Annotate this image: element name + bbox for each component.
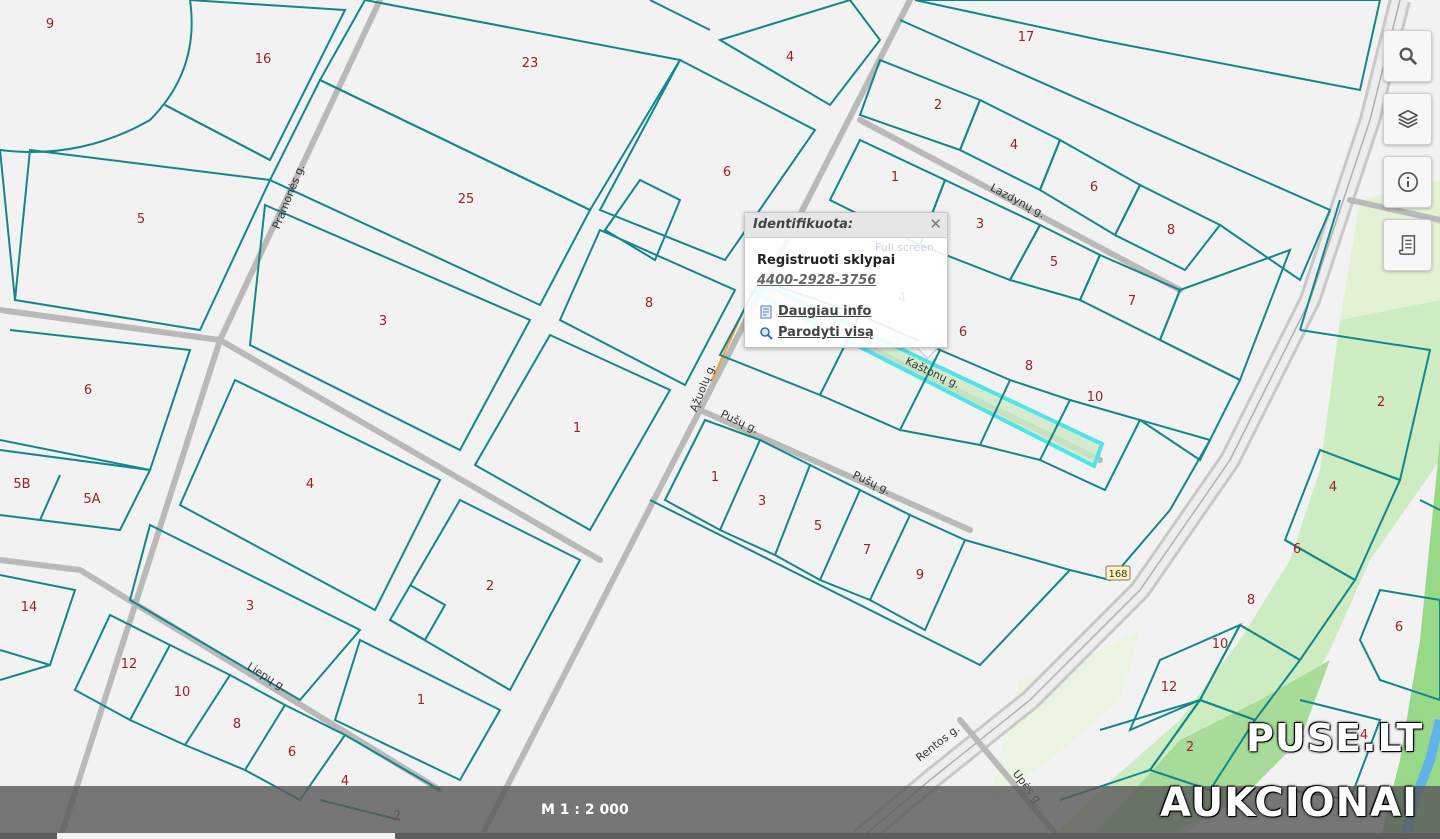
identify-popup: Identifikuota: ✕ Full screen Registruoti… [744,212,948,348]
layers-button[interactable] [1383,93,1432,145]
parcel-number: 9 [916,568,924,583]
parcel-number: 8 [233,717,241,732]
parcel-number: 8 [1025,359,1033,374]
popup-title: Identifikuota: [753,217,854,232]
parcel-number: 4 [786,50,794,65]
parcel-number: 4 [306,477,314,492]
parcel-number: 10 [1087,390,1104,405]
parcel-number: 12 [1161,680,1178,695]
watermark-line-1: PUSE.LT [1246,716,1424,760]
map-scale: M 1 : 2 000 [541,802,629,818]
parcel-number: 17 [1018,30,1035,45]
parcel-number: 6 [1090,180,1098,195]
parcel-number: 1 [891,170,899,185]
parcel-number: 10 [1212,637,1229,652]
parcel-number: 23 [522,56,539,71]
parcel-number: 4 [1010,138,1018,153]
parcel-number: 3 [246,599,254,614]
parcel-number: 2 [934,98,942,113]
more-info-link[interactable]: Daugiau info [759,304,871,319]
show-all-link[interactable]: Parodyti visą [759,325,874,340]
parcel-number: 3 [758,494,766,509]
parcel-number: 3 [379,314,387,329]
info-icon [1397,172,1418,192]
scroll-thumb[interactable] [57,833,395,839]
parcel-number: 9 [46,17,54,32]
parcel-number: 8 [645,296,653,311]
parcel-number: 6 [84,383,92,398]
parcel-number: 4 [1329,480,1337,495]
parcel-number: 5 [1050,255,1058,270]
layers-icon [1397,109,1418,129]
parcel-number: 14 [21,600,38,615]
highway [852,0,1411,839]
cadastral-map[interactable]: 9 16 23 4 17 5 25 6 2 4 6 8 1 3 5 7 3 8 … [0,0,1440,839]
parcel-number: 6 [959,325,967,340]
search-button[interactable] [1383,30,1432,82]
parcel-number: 8 [1167,223,1175,238]
parcel-number: 16 [255,52,272,67]
parcel-number: 5 [137,212,145,227]
parcel-id-link[interactable]: 4400-2928-3756 [757,273,876,288]
show-all-label: Parodyti visą [778,325,874,340]
parcel-number: 5 [814,519,822,534]
watermark-line-2: AUKCIONAI [1160,780,1418,826]
parcel-number: 7 [1128,294,1136,309]
popup-header: Identifikuota: ✕ [745,213,947,238]
parcel-number: 12 [121,657,138,672]
document-icon [760,305,772,318]
parcel-number: 6 [1395,620,1403,635]
legend-button[interactable] [1383,219,1432,271]
parcel-number: 10 [174,685,191,700]
parcel-number: 5A [83,492,100,507]
legend-icon [1398,235,1415,255]
parcel-number: 6 [288,745,296,760]
parcel-number: 2 [1186,740,1194,755]
search-icon [1399,47,1417,65]
parcel-number: 25 [458,192,475,207]
street-label: Pušų g. [851,468,893,497]
parcel-number: 6 [723,165,731,180]
parcel-number: 7 [863,543,871,558]
magnifier-icon [760,326,773,340]
parcel-number: 1 [417,693,425,708]
bottom-scroll-strip[interactable] [0,833,1440,839]
parcel-number: 8 [1247,593,1255,608]
parcel-number: 2 [1377,395,1385,410]
layer-name: Registruoti sklypai [757,253,896,268]
svg-text:168: 168 [1108,569,1127,580]
close-icon[interactable]: ✕ [929,215,942,233]
parcel-number: 6 [1293,542,1301,557]
road-number-badge: 168 [1105,565,1131,581]
parcel-number: 1 [711,470,719,485]
parcel-number: 1 [573,421,581,436]
parcel-number: 2 [486,579,494,594]
parcel-number: 3 [976,217,984,232]
more-info-label: Daugiau info [778,304,872,319]
parcel-number: 5B [13,477,30,492]
info-button[interactable] [1383,156,1432,208]
